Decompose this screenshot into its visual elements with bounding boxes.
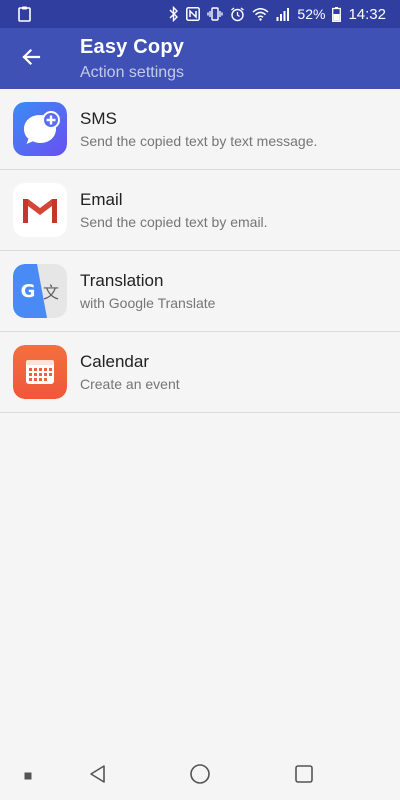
nav-back-button[interactable] <box>84 762 112 790</box>
nav-home-button[interactable] <box>186 762 214 790</box>
battery-percent: 52% <box>297 6 326 22</box>
item-description: with Google Translate <box>80 295 216 311</box>
recents-square-icon <box>294 764 314 789</box>
action-list: SMS Send the copied text by text message… <box>0 89 400 413</box>
svg-text:G: G <box>21 281 36 302</box>
gmail-icon <box>13 183 67 237</box>
arrow-back-icon <box>21 47 41 72</box>
calendar-icon <box>13 345 67 399</box>
back-button[interactable] <box>12 40 50 78</box>
app-subtitle: Action settings <box>80 64 185 81</box>
app-bar: Easy Copy Action settings <box>0 28 400 89</box>
item-description: Send the copied text by text message. <box>80 133 318 149</box>
navigation-bar <box>0 752 400 800</box>
app-title: Easy Copy <box>80 36 185 58</box>
status-bar: 52% 14:32 <box>0 0 400 28</box>
svg-text:文: 文 <box>43 283 59 302</box>
item-description: Create an event <box>80 376 180 392</box>
wifi-icon <box>252 7 269 21</box>
action-item-calendar[interactable]: Calendar Create an event <box>0 332 400 413</box>
clock-time: 14:32 <box>348 5 386 23</box>
google-translate-icon: G 文 <box>13 264 67 318</box>
back-triangle-icon <box>88 764 108 789</box>
nav-dot-button[interactable] <box>14 762 42 790</box>
vibrate-icon <box>207 7 224 21</box>
bluetooth-icon <box>169 6 179 22</box>
item-description: Send the copied text by email. <box>80 214 268 230</box>
home-circle-icon <box>189 763 211 790</box>
clipboard-icon <box>18 6 31 22</box>
item-title: SMS <box>80 109 117 128</box>
item-title: Translation <box>80 271 164 290</box>
battery-icon <box>332 6 342 22</box>
item-title: Calendar <box>80 352 149 371</box>
action-item-sms[interactable]: SMS Send the copied text by text message… <box>0 89 400 170</box>
nfc-icon <box>186 7 201 21</box>
sms-icon <box>13 102 67 156</box>
action-item-email[interactable]: Email Send the copied text by email. <box>0 170 400 251</box>
action-item-translation[interactable]: G 文 Translation with Google Translate <box>0 251 400 332</box>
signal-icon <box>276 7 290 21</box>
alarm-icon <box>230 6 245 22</box>
nav-recents-button[interactable] <box>290 762 318 790</box>
dot-icon <box>24 767 32 785</box>
item-title: Email <box>80 190 123 209</box>
